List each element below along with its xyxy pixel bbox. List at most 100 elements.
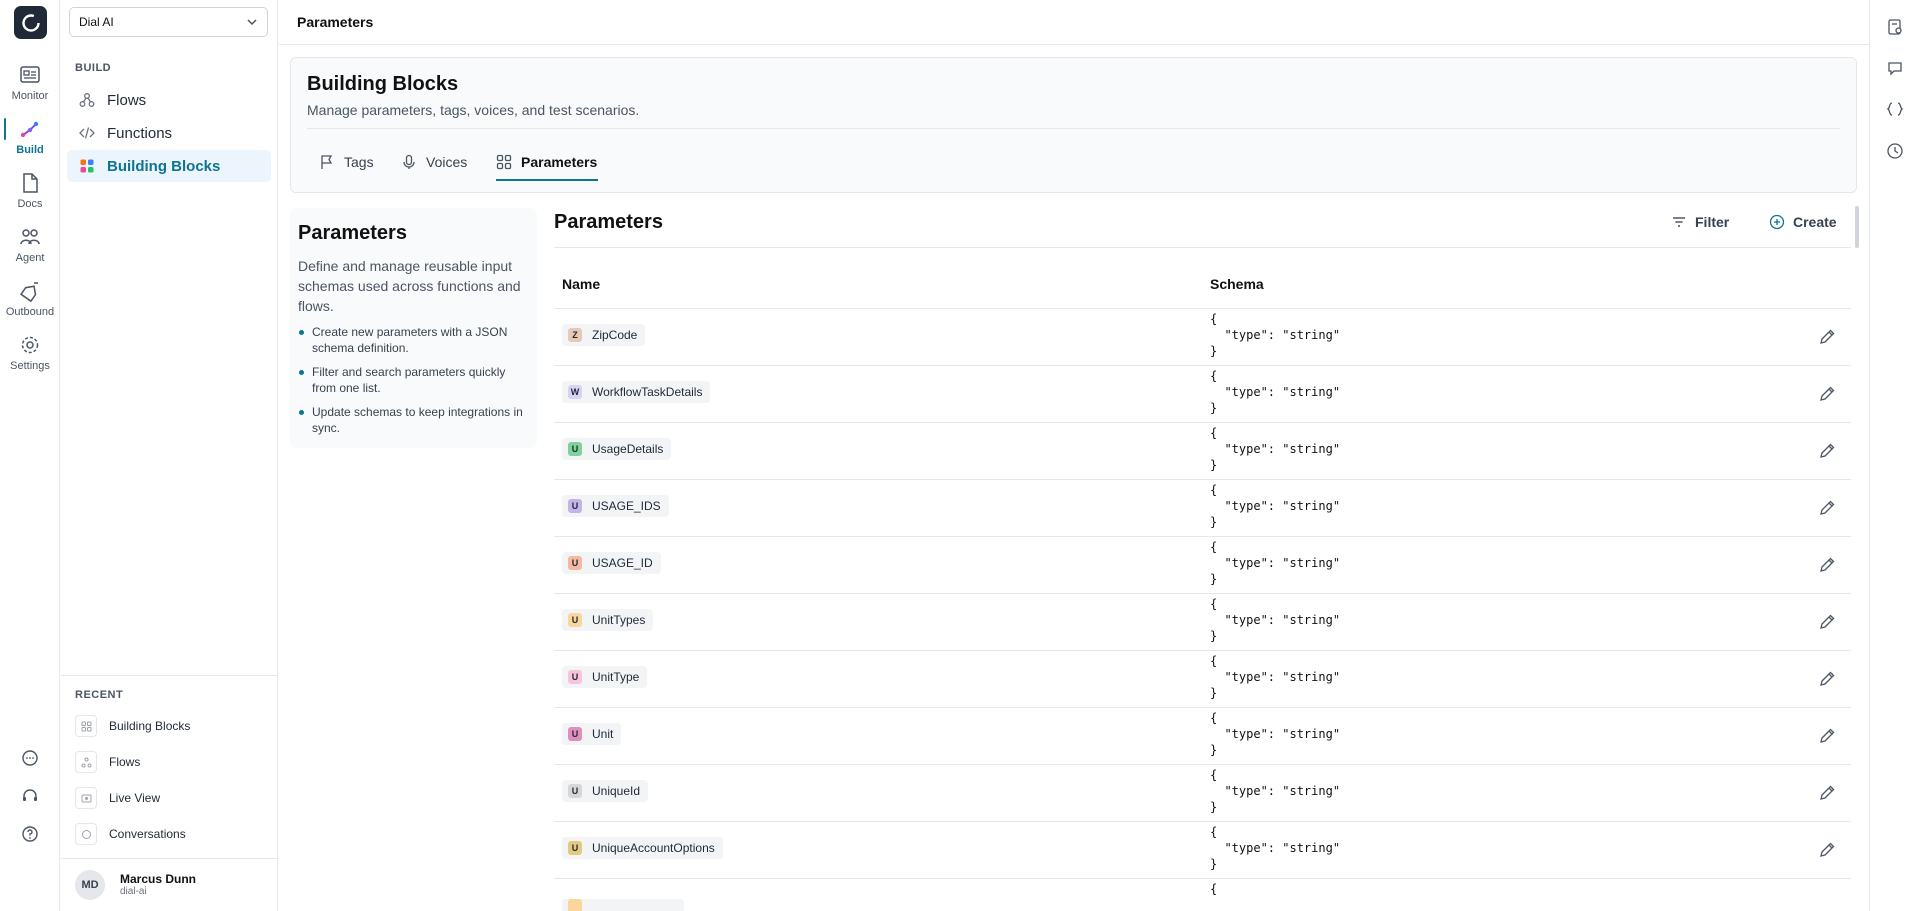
page-title: Parameters [297, 14, 374, 30]
filter-button[interactable]: Filter [1671, 212, 1729, 232]
rail-label: Build [16, 144, 44, 156]
parameter-initial: U [568, 556, 582, 570]
parameter-initial: U [568, 670, 582, 684]
parameter-schema: { [1210, 882, 1218, 896]
conversation-icon [81, 829, 91, 839]
table-row[interactable]: U UnitTypes { "type": "string" } [554, 594, 1851, 651]
info-description: Define and manage reusable input schemas… [298, 258, 521, 314]
recent-item-conversations[interactable]: Conversations [75, 822, 186, 846]
tab-tags[interactable]: Tags [319, 150, 374, 174]
outbound-icon [20, 282, 38, 302]
parameter-schema: { "type": "string" } [1210, 768, 1341, 814]
parameter-name-chip[interactable]: U UnitType [562, 666, 648, 688]
sidebar-item-flows[interactable]: Flows [67, 84, 271, 116]
table-row[interactable]: U UnitType { "type": "string" } [554, 651, 1851, 708]
blocks-icon [80, 159, 94, 173]
tab-voices[interactable]: Voices [401, 150, 467, 174]
recent-item-flows[interactable]: Flows [75, 750, 140, 774]
avatar[interactable]: MD [75, 870, 105, 900]
parameter-name-chip[interactable]: U UsageDetails [562, 438, 672, 460]
table-row[interactable]: U UniqueId { "type": "string" } [554, 765, 1851, 822]
table-row[interactable]: Z ZipCode { "type": "string" } [554, 309, 1851, 366]
recent-item-live-view[interactable]: Live View [75, 786, 160, 810]
chat-icon [22, 750, 38, 766]
building-blocks-header: Building Blocks Manage parameters, tags,… [290, 57, 1857, 193]
parameter-schema: { "type": "string" } [1210, 597, 1341, 643]
pencil-icon[interactable] [1818, 385, 1836, 403]
active-tab-indicator [496, 179, 598, 181]
parameter-name: UniqueId [592, 784, 641, 798]
parameter-schema: { "type": "string" } [1210, 426, 1341, 472]
sidebar-item-functions[interactable]: Functions [67, 117, 271, 149]
filter-icon [1673, 217, 1685, 227]
app-logo[interactable] [14, 6, 47, 39]
recent-item-building-blocks[interactable]: Building Blocks [75, 714, 190, 738]
workspace-selector[interactable]: Dial AI [69, 7, 268, 37]
sidebar-item-label: Flows [107, 91, 147, 109]
table-row[interactable]: W WorkflowTaskDetails { "type": "string"… [554, 366, 1851, 423]
parameter-name: UnitTypes [592, 613, 646, 627]
section-recent: RECENT [75, 689, 124, 701]
rail-item-agent[interactable]: Agent [0, 224, 60, 274]
create-label: Create [1793, 214, 1837, 230]
rail-item-docs[interactable]: Docs [0, 170, 60, 220]
rail-item-build[interactable]: Build [0, 116, 60, 166]
pencil-icon[interactable] [1818, 727, 1836, 745]
parameters-table-title: Parameters [554, 211, 663, 233]
rail-item-settings[interactable]: Settings [0, 332, 60, 382]
table-row[interactable]: U USAGE_IDS { "type": "string" } [554, 480, 1851, 537]
building-blocks-title: Building Blocks [307, 73, 459, 95]
pencil-icon[interactable] [1818, 556, 1836, 574]
parameter-schema: { "type": "string" } [1210, 369, 1341, 415]
table-row[interactable]: U UsageDetails { "type": "string" } [554, 423, 1851, 480]
parameter-name-chip[interactable]: U UniqueId [562, 780, 649, 802]
parameter-initial: W [568, 385, 582, 399]
live-view-icon [81, 794, 91, 802]
help-button[interactable] [0, 825, 60, 843]
table-row[interactable]: { [554, 879, 1851, 911]
parameter-name-chip[interactable] [562, 899, 684, 911]
code-bracket-icon[interactable] [1886, 100, 1904, 118]
tab-parameters[interactable]: Parameters [496, 150, 597, 174]
create-button[interactable]: Create [1769, 212, 1837, 232]
rail-label: Settings [10, 360, 50, 372]
pencil-icon[interactable] [1818, 784, 1836, 802]
parameter-name-chip[interactable]: U Unit [562, 723, 622, 745]
app-root: Monitor Build Docs Agent Outbound Settin… [0, 0, 1920, 911]
pencil-icon[interactable] [1818, 328, 1836, 346]
recent-item-label: Building Blocks [109, 719, 191, 733]
parameter-name-chip[interactable]: U USAGE_ID [562, 552, 661, 574]
parameter-name-chip[interactable]: U USAGE_IDS [562, 495, 669, 517]
pencil-icon[interactable] [1818, 499, 1836, 517]
table-row[interactable]: U Unit { "type": "string" } [554, 708, 1851, 765]
rail-item-outbound[interactable]: Outbound [0, 278, 60, 328]
pencil-icon[interactable] [1818, 613, 1836, 631]
tab-label: Voices [426, 154, 468, 170]
top-header: Parameters [279, 0, 1869, 45]
scrollbar[interactable] [1855, 206, 1859, 248]
rail-label: Outbound [5, 306, 55, 318]
flows-icon [81, 757, 91, 767]
parameter-name-chip[interactable]: Z ZipCode [562, 324, 646, 346]
building-blocks-description: Manage parameters, tags, voices, and tes… [307, 102, 640, 118]
pencil-icon[interactable] [1818, 442, 1836, 460]
clipboard-user-icon[interactable] [1886, 18, 1904, 36]
pencil-icon[interactable] [1818, 841, 1836, 859]
rail-item-monitor[interactable]: Monitor [0, 62, 60, 112]
parameter-name-chip[interactable]: W WorkflowTaskDetails [562, 381, 711, 403]
table-row[interactable]: U USAGE_ID { "type": "string" } [554, 537, 1851, 594]
chevron-down-icon [247, 19, 257, 26]
chat-bubble-icon[interactable] [1886, 59, 1904, 77]
plus-circle-icon [1769, 214, 1785, 230]
pencil-icon[interactable] [1818, 670, 1836, 688]
chat-button[interactable] [0, 749, 60, 767]
parameter-name-chip[interactable]: U UnitTypes [562, 609, 654, 631]
info-title: Parameters [298, 222, 407, 244]
parameter-name: Unit [592, 727, 614, 741]
history-icon[interactable] [1886, 142, 1904, 160]
agent-icon [20, 229, 40, 245]
support-button[interactable] [0, 787, 60, 805]
sidebar-item-building-blocks[interactable]: Building Blocks [67, 150, 271, 182]
table-row[interactable]: U UniqueAccountOptions { "type": "string… [554, 822, 1851, 879]
parameter-name-chip[interactable]: U UniqueAccountOptions [562, 837, 723, 859]
